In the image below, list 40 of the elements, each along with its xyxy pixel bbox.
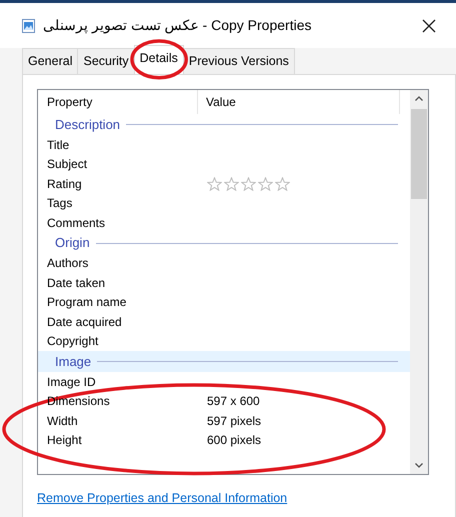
property-name: Width (47, 412, 79, 430)
property-name: Program name (47, 294, 128, 312)
property-name: Rating (47, 176, 83, 193)
tab[interactable]: Security (77, 48, 135, 74)
remove-properties-link[interactable]: Remove Properties and Personal Information (37, 491, 288, 505)
image-file-icon (22, 18, 35, 32)
tab[interactable]: General (22, 48, 78, 74)
group-title: Image (55, 352, 92, 371)
star-icon[interactable] (258, 176, 273, 191)
property-value: 597 pixels (207, 412, 262, 430)
scrollbar[interactable] (410, 90, 428, 474)
annotation-ellipse (130, 40, 188, 80)
scroll-up-icon[interactable] (415, 96, 423, 101)
property-value: 600 pixels (207, 432, 262, 450)
scroll-thumb[interactable] (411, 109, 427, 199)
close-icon (422, 19, 436, 34)
property-name: Height (47, 432, 83, 450)
column-header[interactable]: Property (38, 90, 198, 114)
property-name: Date taken (47, 274, 106, 292)
property-name: Image ID (47, 374, 97, 391)
star-icon[interactable] (275, 176, 290, 191)
star-icon[interactable] (224, 176, 239, 191)
tab[interactable]: Previous Versions (182, 48, 295, 74)
column-header[interactable]: Value (198, 90, 400, 114)
scroll-down-icon[interactable] (415, 463, 423, 468)
star-icon[interactable] (207, 176, 222, 191)
property-name: Copyright (47, 333, 100, 350)
property-name: Tags (47, 195, 74, 212)
rating-stars[interactable] (207, 176, 290, 191)
property-name: Comments (47, 214, 106, 232)
property-name: Title (47, 136, 70, 154)
property-name: Authors (47, 255, 90, 272)
property-value: 597 x 600 (207, 393, 260, 410)
star-icon[interactable] (241, 176, 256, 191)
window-title: عکس تست تصویر پرسنلی - Copy Properties (43, 16, 312, 36)
property-name: Subject (47, 156, 88, 174)
property-name: Date acquired (47, 314, 123, 331)
group-title: Description (55, 116, 120, 134)
property-name: Dimensions (47, 393, 111, 410)
group-title: Origin (55, 234, 90, 252)
